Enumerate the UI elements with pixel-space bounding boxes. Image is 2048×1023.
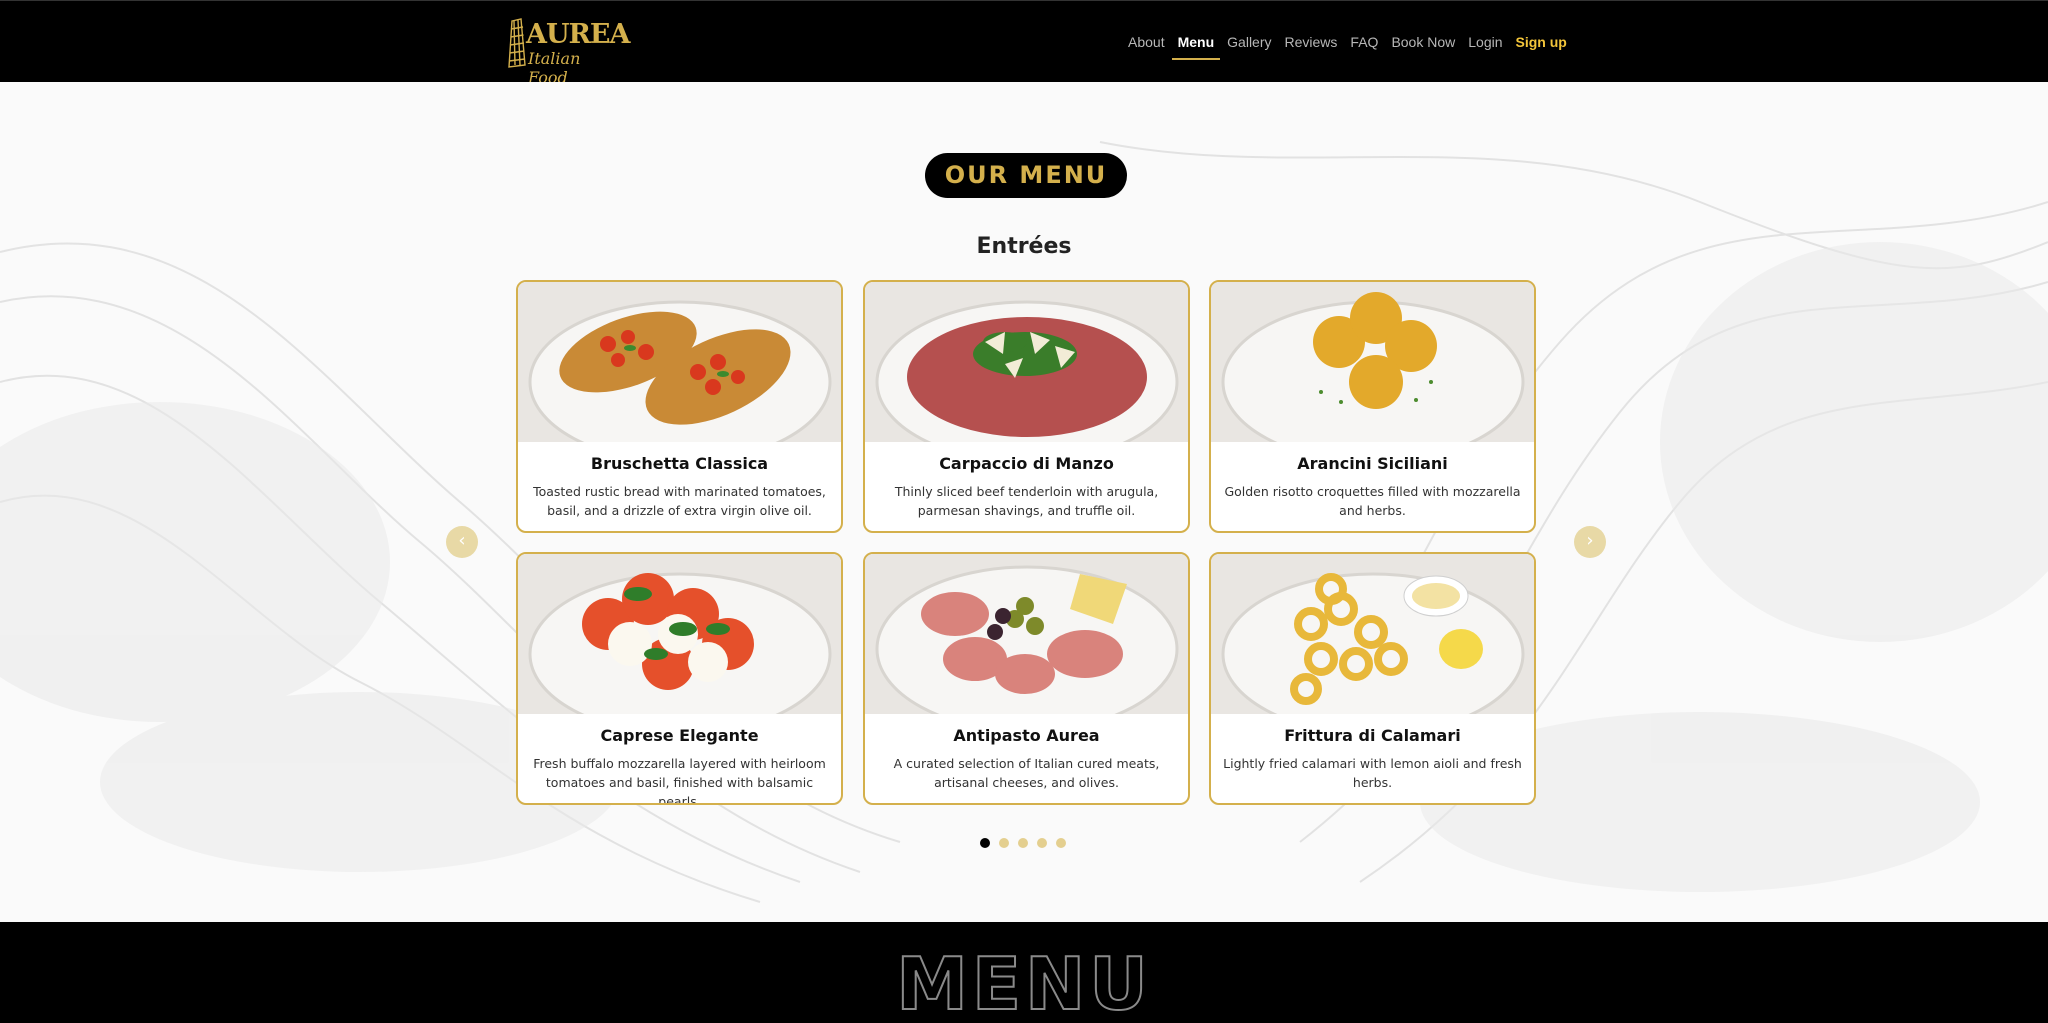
section-title-entrees: Entrées	[976, 234, 1072, 259]
carousel-dot-1[interactable]	[980, 838, 990, 848]
card-description: Fresh buffalo mozzarella layered with he…	[533, 756, 826, 805]
card-title: Bruschetta Classica	[590, 454, 769, 473]
arancini-image	[1211, 282, 1534, 442]
carousel-next-button[interactable]: ›	[1574, 526, 1606, 558]
card-description: Lightly fried calamari with lemon aioli …	[1223, 756, 1522, 790]
calamari-image	[1211, 554, 1534, 714]
carousel-dot-4[interactable]	[1037, 838, 1047, 848]
card-description: Toasted rustic bread with marinated toma…	[533, 484, 826, 518]
menu-banner: MENU	[0, 922, 2048, 1023]
menu-section: OUR MENU Entrées ‹ › Bruschetta Classica…	[0, 82, 2048, 922]
carousel-dot-2[interactable]	[999, 838, 1009, 848]
nav-faq[interactable]: FAQ	[1350, 34, 1378, 50]
card-title: Caprese Elegante	[600, 726, 759, 745]
menu-card[interactable]: Frittura di Calamari Lightly fried calam…	[1209, 552, 1536, 805]
card-title: Arancini Siciliani	[1297, 454, 1448, 473]
menu-card[interactable]: Caprese Elegante Fresh buffalo mozzarell…	[516, 552, 843, 805]
menu-card[interactable]: Bruschetta Classica Toasted rustic bread…	[516, 280, 843, 533]
nav-reviews[interactable]: Reviews	[1285, 34, 1338, 50]
menu-card[interactable]: Arancini Siciliani Golden risotto croque…	[1209, 280, 1536, 533]
main-nav: About Menu Gallery Reviews FAQ Book Now …	[1128, 34, 1580, 60]
chevron-left-icon: ‹	[458, 530, 466, 551]
card-description: A curated selection of Italian cured mea…	[893, 756, 1160, 790]
our-menu-title: OUR MENU	[925, 153, 1127, 198]
menu-card[interactable]: Antipasto Aurea A curated selection of I…	[863, 552, 1190, 805]
carpaccio-image	[865, 282, 1188, 442]
nav-gallery[interactable]: Gallery	[1227, 34, 1271, 50]
card-title: Antipasto Aurea	[953, 726, 1100, 745]
menu-card[interactable]: Carpaccio di Manzo Thinly sliced beef te…	[863, 280, 1190, 533]
bruschetta-image	[518, 282, 841, 442]
nav-login[interactable]: Login	[1468, 34, 1502, 50]
card-title: Carpaccio di Manzo	[939, 454, 1114, 473]
antipasto-image	[865, 554, 1188, 714]
carousel-prev-button[interactable]: ‹	[446, 526, 478, 558]
nav-sign-up[interactable]: Sign up	[1516, 34, 1567, 50]
nav-menu[interactable]: Menu	[1171, 34, 1220, 60]
carousel-dot-3[interactable]	[1018, 838, 1028, 848]
carousel-pagination	[980, 838, 1066, 848]
carousel-dot-5[interactable]	[1056, 838, 1066, 848]
caprese-image	[518, 554, 841, 714]
card-description: Thinly sliced beef tenderloin with arugu…	[894, 484, 1159, 518]
card-description: Golden risotto croquettes filled with mo…	[1224, 484, 1521, 518]
leaning-tower-icon	[508, 18, 526, 68]
chevron-right-icon: ›	[1586, 530, 1594, 551]
card-title: Frittura di Calamari	[1284, 726, 1461, 745]
navbar: AUREA Italian Food About Menu Gallery Re…	[0, 0, 2048, 87]
nav-about[interactable]: About	[1128, 34, 1165, 50]
nav-book-now[interactable]: Book Now	[1391, 34, 1455, 50]
menu-banner-text: MENU	[895, 941, 1152, 1023]
aurea-logo[interactable]: AUREA Italian Food	[506, 17, 630, 87]
brand-name: AUREA	[526, 19, 630, 50]
